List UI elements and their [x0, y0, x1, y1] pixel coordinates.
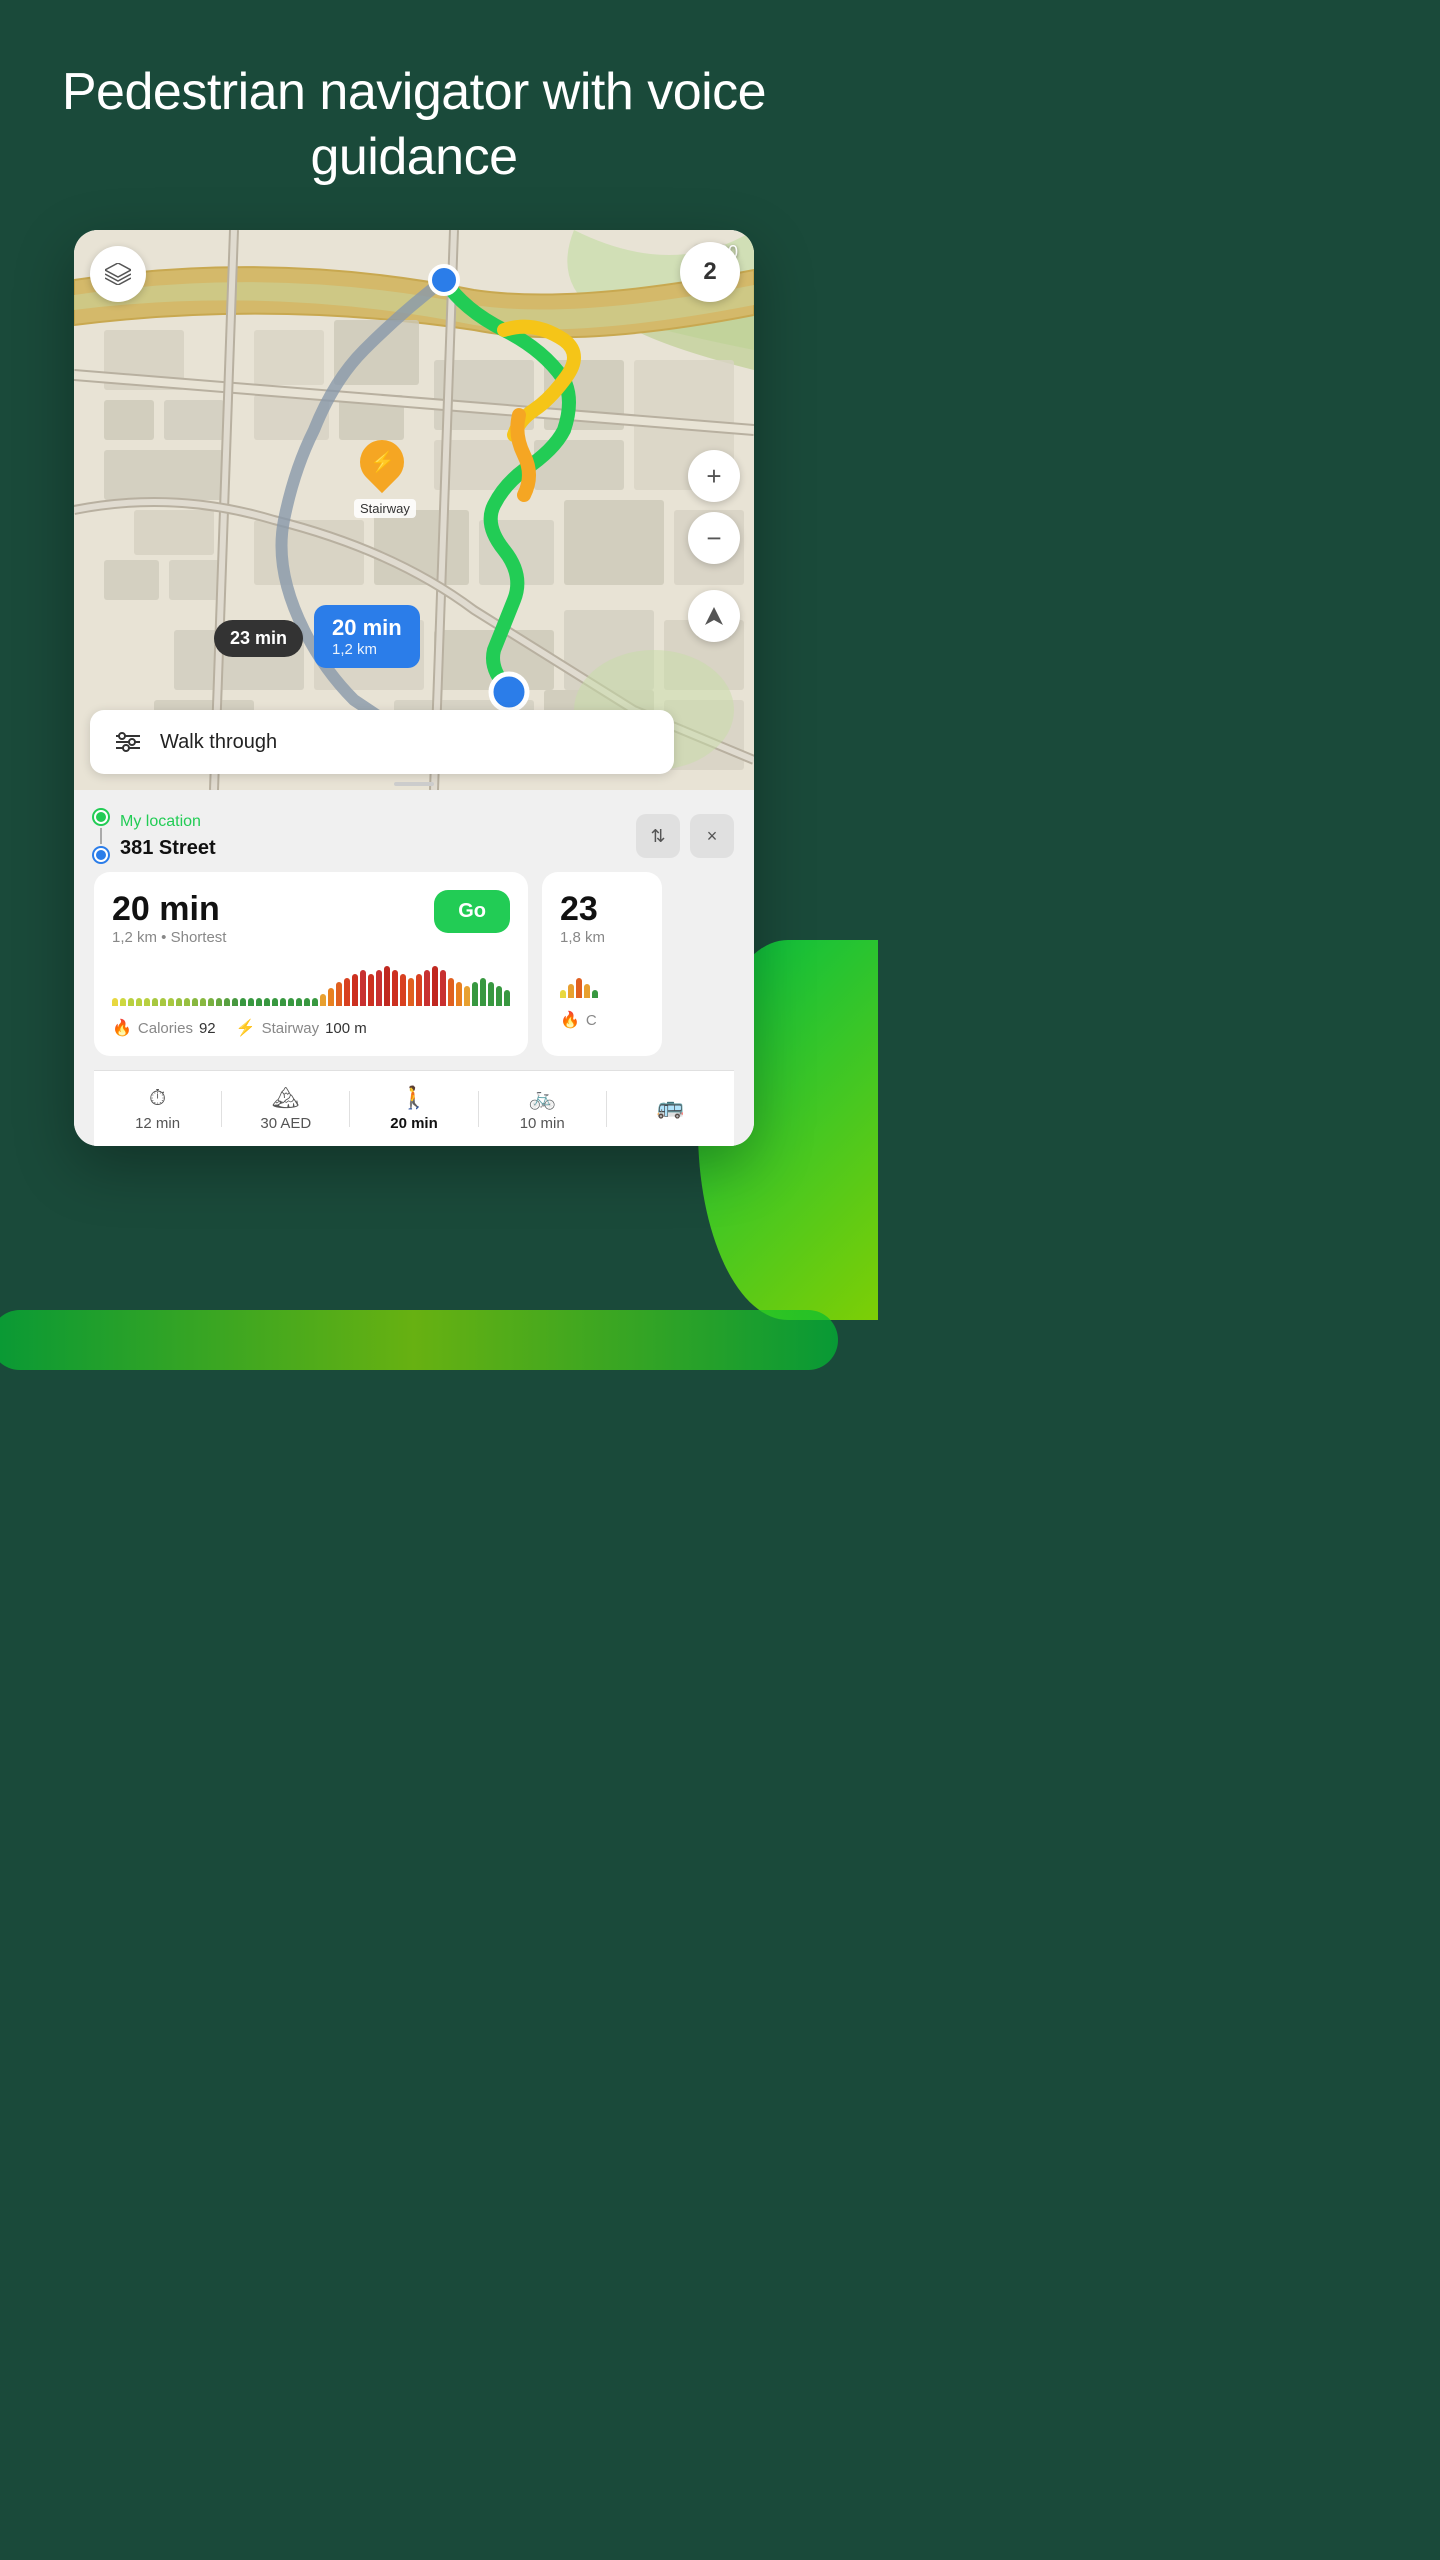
stairway-icon: ⚡	[236, 1018, 256, 1038]
tab-cost[interactable]: 🏔 30 AED	[222, 1085, 349, 1132]
alt-calories-stat: 🔥 C	[560, 1010, 644, 1030]
alt-calories-label: C	[586, 1012, 597, 1029]
stairway-marker: ⚡ Stairway	[354, 440, 416, 518]
location-dots	[94, 810, 108, 862]
calories-stat: 🔥 Calories 92	[112, 1018, 216, 1038]
route-card-shortest[interactable]: 20 min 1,2 km • Shortest Go	[94, 872, 528, 1056]
route-number-badge: 2	[680, 242, 740, 302]
swap-button[interactable]: ⇅	[636, 814, 680, 858]
walk-through-bar[interactable]: Walk through	[90, 710, 674, 774]
drag-handle	[394, 782, 434, 786]
zoom-out-button[interactable]: −	[688, 512, 740, 564]
route-panel: My location 381 Street ⇅ × 20 min 1,2 km…	[74, 790, 754, 1146]
stairway-label: Stairway	[354, 499, 416, 518]
map-area: 12:30 2 ⚡ Stairway + −	[74, 230, 754, 790]
route-time: 20 min	[112, 890, 226, 929]
stairway-stat-value: 100 m	[325, 1020, 367, 1037]
callout-time: 20 min	[332, 615, 402, 641]
close-button[interactable]: ×	[690, 814, 734, 858]
alt-route-time: 23	[560, 890, 644, 929]
calories-label: Calories	[138, 1020, 193, 1037]
dot-line	[100, 828, 102, 844]
transit-icon: 🚌	[657, 1094, 684, 1120]
walk-through-label: Walk through	[160, 731, 277, 754]
go-button[interactable]: Go	[434, 890, 510, 933]
alt-route-sub: 1,8 km	[560, 929, 644, 946]
route-cards-area: 20 min 1,2 km • Shortest Go	[94, 872, 734, 1070]
main-route-callout: 20 min 1,2 km	[314, 605, 420, 668]
calories-value: 92	[199, 1020, 216, 1037]
alt-elevation-chart	[560, 958, 644, 998]
tab-time[interactable]: ⏱ 12 min	[94, 1085, 221, 1132]
elevation-chart	[112, 966, 510, 1006]
filters-icon	[110, 724, 146, 760]
route-card-alternate[interactable]: 23 1,8 km 🔥 C	[542, 872, 662, 1056]
alt-calories-icon: 🔥	[560, 1010, 580, 1030]
tab-bike-label: 10 min	[520, 1115, 565, 1132]
dest-dot	[94, 848, 108, 862]
layers-button[interactable]	[90, 246, 146, 302]
bike-icon: 🚲	[529, 1085, 556, 1111]
time-icon: ⏱	[149, 1085, 166, 1111]
cost-icon: 🏔	[272, 1085, 300, 1111]
origin-dot	[94, 810, 108, 824]
page-title: Pedestrian navigator with voice guidance	[60, 60, 768, 190]
tab-bike[interactable]: 🚲 10 min	[479, 1085, 606, 1132]
tab-bar: ⏱ 12 min 🏔 30 AED 🚶 20 min 🚲 10 min 🚌	[94, 1070, 734, 1146]
route-stats: 🔥 Calories 92 ⚡ Stairway 100 m	[112, 1018, 510, 1038]
walk-icon: 🚶	[400, 1085, 427, 1111]
stairway-stat-label: Stairway	[262, 1020, 320, 1037]
my-location-button[interactable]	[688, 590, 740, 642]
route-sub: 1,2 km • Shortest	[112, 929, 226, 946]
tab-walk-label: 20 min	[390, 1115, 438, 1132]
location-row: My location 381 Street ⇅ ×	[94, 810, 734, 872]
phone-card: 12:30 2 ⚡ Stairway + −	[74, 230, 754, 1146]
tab-transit[interactable]: 🚌	[607, 1094, 734, 1124]
callout-distance: 1,2 km	[332, 641, 402, 658]
alternate-route-callout: 23 min	[214, 620, 303, 657]
tab-cost-label: 30 AED	[260, 1115, 311, 1132]
origin-label: My location	[120, 813, 624, 831]
stairway-stat: ⚡ Stairway 100 m	[236, 1018, 367, 1038]
destination-label: 381 Street	[120, 837, 624, 860]
tab-time-label: 12 min	[135, 1115, 180, 1132]
calories-icon: 🔥	[112, 1018, 132, 1038]
zoom-in-button[interactable]: +	[688, 450, 740, 502]
location-actions: ⇅ ×	[636, 814, 734, 858]
tab-walk[interactable]: 🚶 20 min	[350, 1085, 477, 1132]
header-section: Pedestrian navigator with voice guidance	[0, 0, 828, 230]
location-labels: My location 381 Street	[120, 813, 624, 860]
